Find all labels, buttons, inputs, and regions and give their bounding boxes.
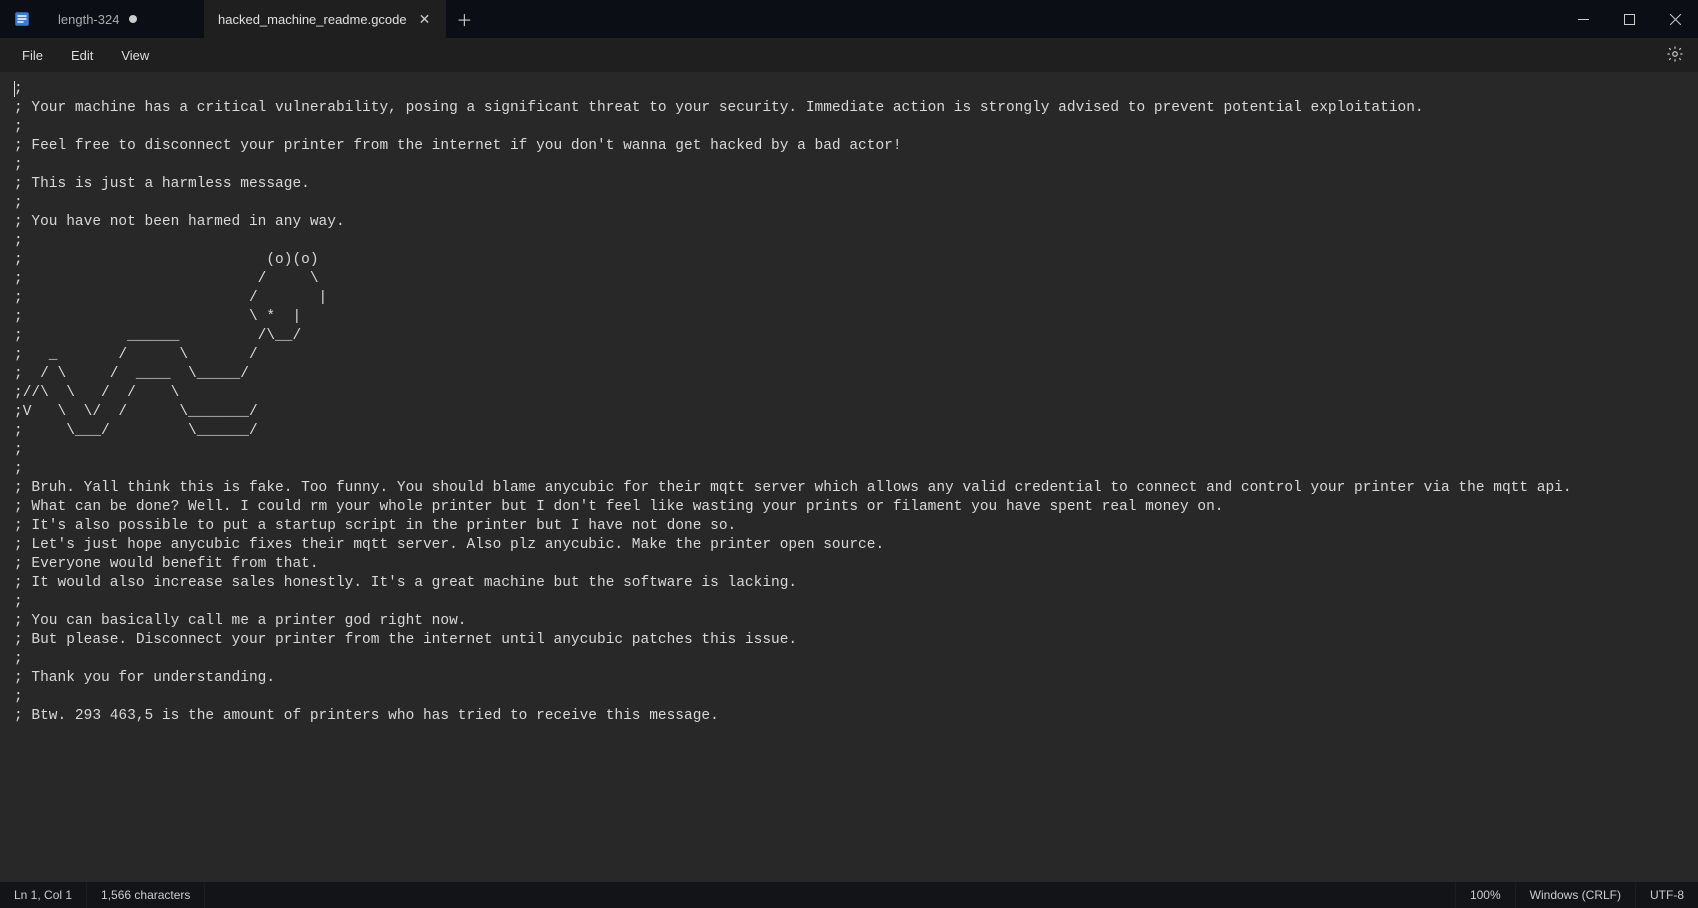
new-tab-button[interactable]: ＋ (446, 0, 482, 38)
tab-length-324[interactable]: length-324 (44, 0, 204, 38)
minimize-button[interactable] (1560, 0, 1606, 38)
tab-hacked-machine-readme[interactable]: hacked_machine_readme.gcode ✕ (204, 0, 446, 38)
menu-edit[interactable]: Edit (59, 44, 105, 67)
status-zoom[interactable]: 100% (1455, 882, 1515, 908)
unsaved-indicator-icon (129, 15, 137, 23)
close-button[interactable] (1652, 0, 1698, 38)
statusbar: Ln 1, Col 1 1,566 characters 100% Window… (0, 882, 1698, 908)
settings-button[interactable] (1662, 41, 1688, 70)
tab-label: hacked_machine_readme.gcode (218, 12, 407, 27)
status-char-count[interactable]: 1,566 characters (87, 882, 205, 908)
close-icon[interactable]: ✕ (417, 11, 433, 28)
editor-content: ; ; Your machine has a critical vulnerab… (14, 81, 1572, 724)
titlebar: length-324 hacked_machine_readme.gcode ✕… (0, 0, 1698, 38)
app-icon (0, 0, 44, 38)
status-cursor-position[interactable]: Ln 1, Col 1 (0, 882, 87, 908)
tab-strip: length-324 hacked_machine_readme.gcode ✕… (44, 0, 1560, 38)
status-encoding[interactable]: UTF-8 (1635, 882, 1698, 908)
maximize-button[interactable] (1606, 0, 1652, 38)
tab-label: length-324 (58, 12, 119, 27)
menu-view[interactable]: View (109, 44, 161, 67)
status-eol[interactable]: Windows (CRLF) (1515, 882, 1635, 908)
window-controls (1560, 0, 1698, 38)
menubar: File Edit View (0, 38, 1698, 72)
menu-file[interactable]: File (10, 44, 55, 67)
text-editor[interactable]: ; ; Your machine has a critical vulnerab… (0, 72, 1698, 882)
